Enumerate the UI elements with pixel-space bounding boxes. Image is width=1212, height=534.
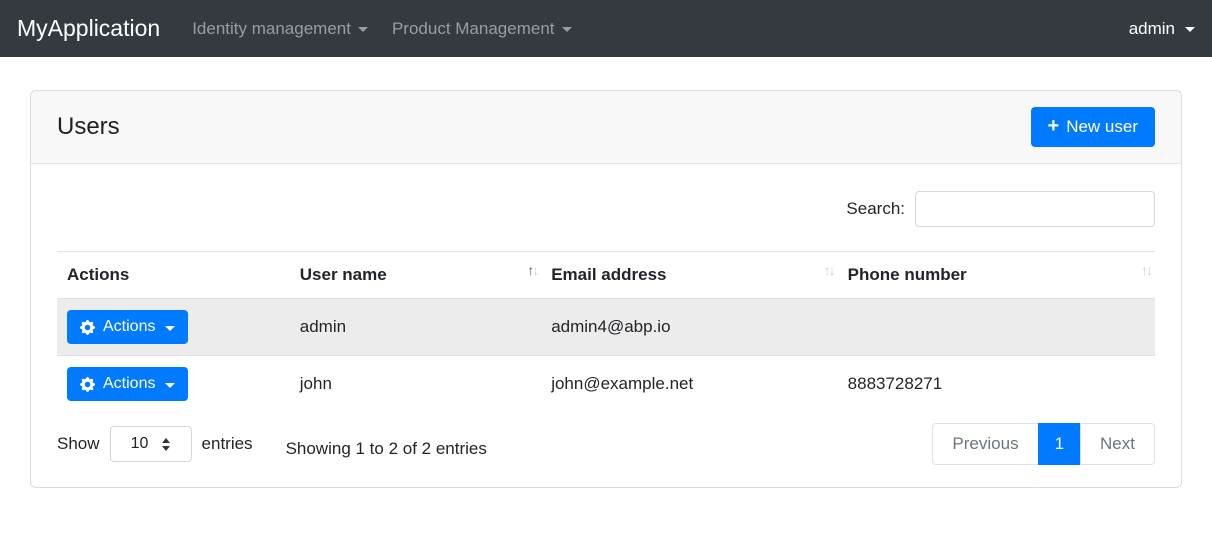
nav-menu: Identity management Product Management	[180, 11, 583, 47]
cell-actions: Actions	[57, 299, 290, 356]
row-actions-label: Actions	[103, 318, 156, 335]
cell-actions: Actions	[57, 356, 290, 413]
updown-arrows-icon	[162, 437, 171, 451]
search-input[interactable]	[915, 191, 1155, 227]
sort-icons: ↑↓	[1141, 262, 1153, 278]
row-actions-button[interactable]: Actions	[67, 367, 189, 401]
sort-icons: ↑↓	[824, 262, 836, 278]
page-title: Users	[57, 113, 120, 140]
card-body: Search: Actions User name ↑↓ Email addre…	[31, 164, 1181, 487]
row-actions-button[interactable]: Actions	[67, 310, 189, 344]
sort-desc-icon: ↓	[1146, 262, 1153, 278]
pagination-previous[interactable]: Previous	[932, 423, 1039, 465]
user-menu-label: admin	[1128, 18, 1175, 38]
entries-label: entries	[201, 434, 253, 453]
gear-icon	[80, 319, 95, 335]
column-header-user-name[interactable]: User name ↑↓	[289, 251, 542, 299]
chevron-down-icon	[561, 27, 572, 32]
column-header-phone-number[interactable]: Phone number ↑↓	[837, 251, 1155, 299]
table-header-row: Actions User name ↑↓ Email address ↑↓ Ph…	[57, 251, 1155, 299]
table-footer: Show 10 entries Showing 1 to 2 of 2 entr…	[57, 422, 1155, 465]
cell-user-name: admin	[299, 317, 347, 336]
card-header: Users + New user	[31, 91, 1181, 164]
chevron-down-icon	[165, 325, 176, 331]
page-size-value: 10	[130, 435, 149, 452]
show-label: Show	[57, 434, 100, 453]
page-size-select[interactable]: 10	[109, 426, 192, 462]
nav-item-product-management[interactable]: Product Management	[380, 11, 584, 47]
pagination-next[interactable]: Next	[1080, 423, 1155, 465]
nav-item-label: Product Management	[391, 18, 555, 38]
users-card: Users + New user Search: Actions User na…	[30, 90, 1182, 488]
pagination-page-1[interactable]: 1	[1037, 423, 1082, 465]
chevron-down-icon	[357, 27, 368, 32]
sort-icons: ↑↓	[527, 262, 539, 278]
page-length-control: Show 10 entries	[57, 426, 253, 462]
plus-icon: +	[1047, 115, 1060, 137]
cell-email: john@example.net	[551, 374, 694, 393]
cell-phone	[838, 299, 1155, 356]
table-row-admin: Actions admin admin4@abp.io	[57, 298, 1155, 356]
cell-user-name: john	[299, 374, 332, 393]
nav-item-label: Identity management	[192, 18, 351, 38]
nav-item-identity-management[interactable]: Identity management	[180, 11, 380, 47]
sort-desc-icon: ↓	[828, 262, 836, 278]
pagination: Previous 1 Next	[932, 423, 1155, 465]
search-row: Search:	[57, 191, 1155, 227]
user-menu[interactable]: admin	[1129, 19, 1195, 39]
top-navbar: MyApplication Identity management Produc…	[0, 0, 1212, 57]
row-actions-label: Actions	[103, 375, 156, 392]
column-header-actions: Actions	[57, 251, 290, 299]
cell-phone: 8883728271	[847, 374, 943, 393]
gear-icon	[80, 376, 95, 392]
cell-email: admin4@abp.io	[551, 317, 671, 336]
search-label: Search:	[846, 199, 905, 218]
new-user-button-label: New user	[1066, 117, 1138, 136]
column-header-email-address[interactable]: Email address ↑↓	[541, 251, 838, 299]
chevron-down-icon	[1185, 27, 1195, 32]
sort-desc-icon: ↓	[532, 262, 539, 278]
table-row-john: Actions john john@example.net 8883728271	[57, 355, 1155, 413]
app-brand[interactable]: MyApplication	[17, 15, 160, 42]
chevron-down-icon	[165, 382, 176, 388]
new-user-button[interactable]: + New user	[1030, 107, 1155, 147]
users-table: Actions User name ↑↓ Email address ↑↓ Ph…	[57, 251, 1155, 412]
table-info: Showing 1 to 2 of 2 entries	[285, 439, 487, 458]
